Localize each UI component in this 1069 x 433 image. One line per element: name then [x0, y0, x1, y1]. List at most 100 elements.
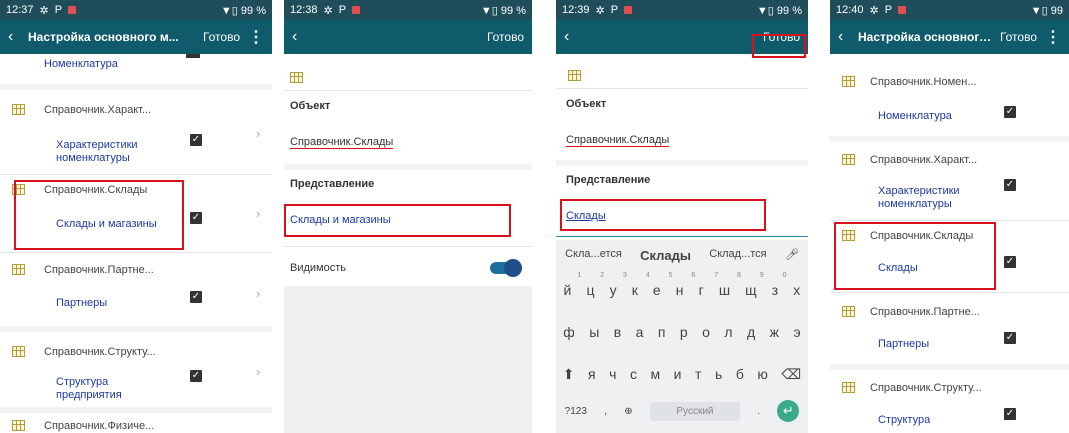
checkbox-checked[interactable]: ✓ — [190, 212, 202, 224]
key[interactable]: ш — [719, 282, 730, 298]
key[interactable]: с — [630, 366, 637, 383]
done-button[interactable]: Готово — [487, 30, 524, 44]
catalog-table-icon — [842, 306, 855, 317]
suggestion-bar: Скла...ется Склады Склад...тся 🎤︎ — [556, 248, 808, 263]
checkbox-checked[interactable]: ✓ — [190, 291, 202, 303]
chevron-right-icon[interactable]: › — [256, 206, 260, 221]
status-bar: 12:37 ✲ P ▼▯ 99 % — [0, 0, 272, 20]
key[interactable]: у — [610, 282, 617, 298]
list-item-value[interactable]: Характеристики номенклатуры — [878, 185, 988, 211]
catalog-table-icon — [12, 346, 25, 357]
enter-icon[interactable]: ↵ — [777, 400, 800, 422]
back-arrow-icon[interactable]: ‹ — [564, 28, 584, 46]
status-time: 12:39 — [562, 4, 590, 16]
chevron-right-icon[interactable]: › — [256, 126, 260, 141]
key[interactable]: х — [793, 282, 800, 298]
comma-key[interactable]: , — [604, 406, 607, 417]
checkbox-checked[interactable]: ✓ — [1004, 256, 1016, 268]
key[interactable]: б — [736, 366, 744, 383]
key-row-1: йцукенгшщзх — [556, 282, 808, 298]
suggestion[interactable]: Скла...ется — [565, 248, 622, 263]
key[interactable]: ю — [757, 366, 768, 383]
p-icon: P — [884, 4, 893, 16]
key[interactable]: и — [674, 366, 682, 383]
backspace-icon[interactable]: ⌫ — [781, 366, 801, 383]
key[interactable]: м — [651, 366, 661, 383]
list-item-value[interactable]: Структура — [878, 414, 930, 427]
key[interactable]: з — [772, 282, 778, 298]
key[interactable]: р — [680, 324, 688, 340]
globe-icon[interactable]: ⊕ — [624, 406, 632, 417]
visibility-label: Видимость — [290, 262, 346, 274]
chevron-right-icon[interactable]: › — [256, 364, 260, 379]
suggestion[interactable]: Склады — [640, 248, 691, 263]
suggestion[interactable]: Склад...тся — [709, 248, 766, 263]
list-item-value[interactable]: Номенклатура — [44, 58, 118, 71]
list-item-value[interactable]: Характеристики номенклатуры — [56, 139, 166, 165]
key[interactable]: ц — [586, 282, 594, 298]
back-arrow-icon[interactable]: ‹ — [838, 28, 858, 46]
gear-icon: ✲ — [595, 4, 605, 17]
key[interactable]: й — [564, 282, 572, 298]
key-row-4: ?123 , ⊕ Русский . ↵ — [556, 400, 808, 422]
key[interactable]: в — [614, 324, 621, 340]
catalog-table-icon — [290, 72, 303, 83]
more-menu-icon[interactable]: ⋮ — [248, 27, 264, 47]
key[interactable]: н — [676, 282, 684, 298]
list-item-value[interactable]: Партнеры — [878, 338, 929, 351]
key[interactable]: г — [699, 282, 704, 298]
checkbox-checked[interactable]: ✓ — [190, 134, 202, 146]
status-right: ▼▯ 99 % — [220, 4, 266, 17]
key[interactable]: д — [747, 324, 755, 340]
key[interactable]: о — [702, 324, 710, 340]
app-bar: ‹ Настройка основного м... Готово ⋮ — [0, 20, 272, 54]
representation-field[interactable]: Склады и магазины — [290, 214, 391, 227]
key[interactable]: к — [632, 282, 638, 298]
back-arrow-icon[interactable]: ‹ — [8, 28, 28, 46]
key[interactable]: ф — [563, 324, 575, 340]
list-item-value[interactable]: Номенклатура — [878, 110, 952, 123]
key[interactable]: я — [588, 366, 596, 383]
key[interactable]: п — [658, 324, 666, 340]
key[interactable]: ь — [715, 366, 722, 383]
microphone-icon[interactable]: 🎤︎ — [785, 248, 799, 263]
key[interactable]: т — [695, 366, 701, 383]
checkbox-checked[interactable]: ✓ — [1004, 408, 1016, 420]
status-right: ▼▯ 99 % — [480, 4, 526, 17]
checkbox-checked[interactable]: ✓ — [1004, 106, 1016, 118]
key[interactable]: ы — [589, 324, 599, 340]
key[interactable]: ж — [770, 324, 779, 340]
shift-icon[interactable]: ⬆ — [563, 366, 575, 383]
catalog-table-icon — [12, 264, 25, 275]
visibility-toggle[interactable] — [490, 259, 522, 277]
catalog-table-icon — [568, 70, 581, 81]
more-menu-icon[interactable]: ⋮ — [1045, 27, 1061, 47]
checkbox-checked[interactable]: ✓ — [1004, 179, 1016, 191]
key[interactable]: э — [793, 324, 800, 340]
key[interactable]: а — [636, 324, 644, 340]
key[interactable]: е — [653, 282, 661, 298]
list-item-value[interactable]: Партнеры — [56, 297, 107, 310]
chevron-right-icon[interactable]: › — [256, 286, 260, 301]
page-title: Настройка основного м... — [28, 30, 179, 44]
notification-icon — [352, 6, 361, 14]
key[interactable]: ч — [609, 366, 616, 383]
back-arrow-icon[interactable]: ‹ — [292, 28, 312, 46]
done-button[interactable]: Готово — [203, 30, 240, 44]
checkbox[interactable] — [186, 54, 200, 58]
app-bar: ‹ Настройка основного м... Готово ⋮ — [830, 20, 1069, 54]
representation-field[interactable]: Склады — [566, 210, 606, 223]
done-button[interactable]: Готово — [1000, 30, 1037, 44]
object-label: Объект — [566, 98, 607, 110]
checkbox-checked[interactable]: ✓ — [1004, 332, 1016, 344]
catalog-table-icon — [842, 76, 855, 87]
period-key[interactable]: . — [757, 406, 760, 417]
symbols-key[interactable]: ?123 — [565, 406, 587, 417]
key[interactable]: щ — [745, 282, 757, 298]
checkbox-checked[interactable]: ✓ — [190, 370, 202, 382]
space-key[interactable]: Русский — [649, 401, 740, 421]
list-item-value[interactable]: Структура предприятия — [56, 376, 166, 402]
status-right: ▼▯ 99 — [1030, 4, 1063, 17]
status-bar: 12:38 ✲ P ▼▯ 99 % — [284, 0, 532, 20]
key[interactable]: л — [724, 324, 732, 340]
